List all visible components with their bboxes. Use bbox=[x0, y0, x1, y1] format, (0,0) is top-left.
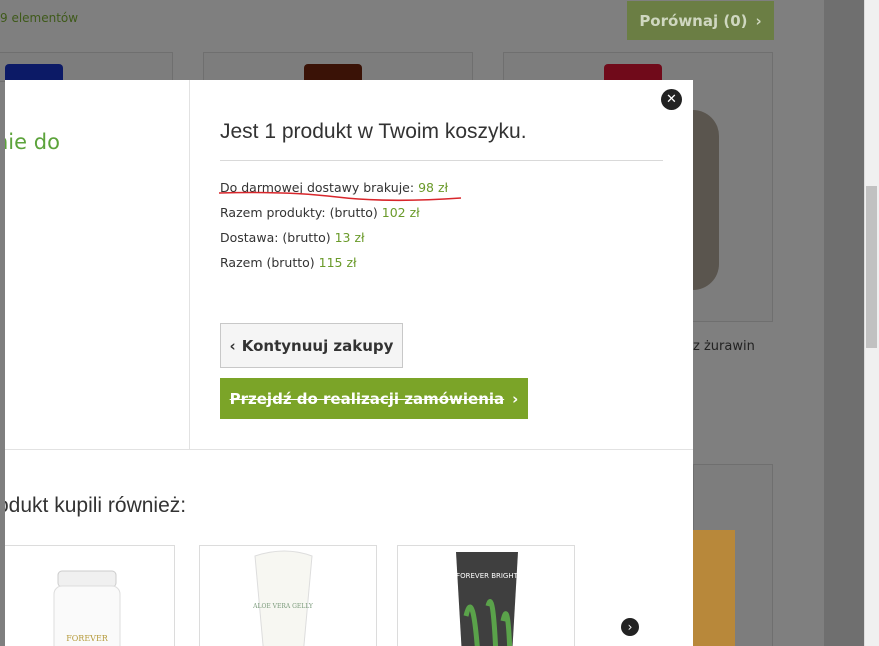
product-brand: FOREVER bbox=[66, 634, 109, 643]
related-product-card[interactable]: FOREVER BRIGHT bbox=[397, 545, 575, 646]
compare-button[interactable]: Porównaj (0) › bbox=[627, 1, 774, 40]
cart-title: Jest 1 produkt w Twoim koszyku. bbox=[220, 120, 527, 143]
also-bought-title: odukt kupili również: bbox=[5, 494, 187, 517]
section-divider bbox=[5, 449, 693, 450]
continue-label: Kontynuuj zakupy bbox=[241, 336, 394, 355]
related-product-card[interactable]: FOREVER bbox=[5, 545, 175, 646]
checkout-button[interactable]: Przejdź do realizacji zamówienia › bbox=[220, 378, 528, 419]
close-icon[interactable]: ✕ bbox=[661, 89, 682, 110]
grand-total-row: Razem (brutto) 115 zł bbox=[220, 255, 357, 270]
product-image: FOREVER BRIGHT bbox=[456, 552, 519, 646]
row-label: Razem produkty: (brutto) bbox=[220, 205, 378, 220]
row-label: Dostawa: (brutto) bbox=[220, 230, 331, 245]
row-value: 102 zł bbox=[381, 205, 420, 220]
item-count: 9 elementów bbox=[0, 11, 79, 25]
related-product-card[interactable]: ALOE VERA GELLY bbox=[199, 545, 377, 646]
product-image bbox=[693, 530, 735, 646]
chevron-right-icon: › bbox=[755, 11, 762, 30]
product-image: ALOE VERA GELLY bbox=[252, 550, 314, 646]
shipping-row: Dostawa: (brutto) 13 zł bbox=[220, 230, 365, 245]
chevron-left-icon: ‹ bbox=[229, 336, 236, 355]
compare-label: Porównaj (0) bbox=[639, 11, 748, 30]
page-gutter bbox=[824, 0, 864, 646]
products-total-row: Razem produkty: (brutto) 102 zł bbox=[220, 205, 420, 220]
divider bbox=[220, 160, 663, 161]
row-value: 115 zł bbox=[318, 255, 357, 270]
scrollbar-thumb[interactable] bbox=[866, 186, 877, 348]
product-brand: ALOE VERA GELLY bbox=[252, 603, 314, 610]
checkout-label: Przejdź do realizacji zamówienia bbox=[229, 389, 505, 408]
product-name[interactable]: z żurawin bbox=[693, 339, 755, 354]
row-value: 13 zł bbox=[334, 230, 365, 245]
cart-modal: nie do ✕ Jest 1 produkt w Twoim koszyku.… bbox=[5, 80, 693, 646]
chevron-right-icon: › bbox=[512, 389, 519, 408]
product-brand: FOREVER BRIGHT bbox=[456, 572, 519, 580]
chevron-right-icon[interactable]: › bbox=[621, 618, 639, 636]
row-label: Razem (brutto) bbox=[220, 255, 315, 270]
continue-shopping-button[interactable]: ‹ Kontynuuj zakupy bbox=[220, 323, 403, 368]
red-underline-annotation bbox=[218, 191, 462, 202]
product-image bbox=[693, 110, 719, 290]
product-added-text: nie do bbox=[5, 130, 60, 154]
product-image: FOREVER bbox=[53, 570, 121, 646]
modal-left-panel: nie do bbox=[5, 80, 190, 449]
